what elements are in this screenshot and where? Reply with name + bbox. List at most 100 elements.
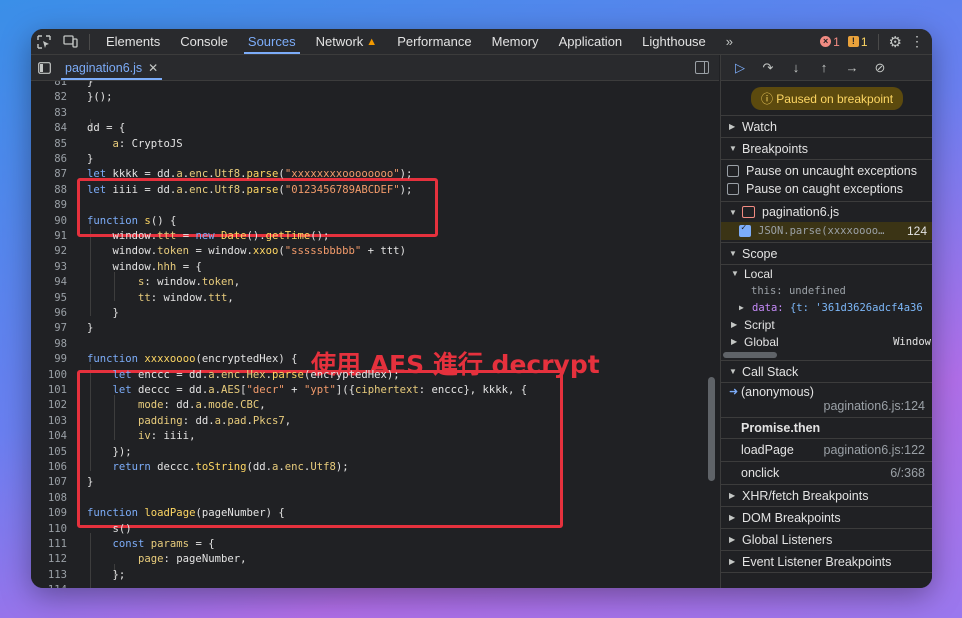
line-number[interactable]: 83	[31, 106, 67, 121]
section-event-listener-breakpoints[interactable]: ▶ Event Listener Breakpoints	[721, 551, 932, 573]
line-number[interactable]: 85	[31, 137, 67, 152]
error-icon: ×	[820, 36, 832, 47]
frame-name: loadPage	[741, 443, 794, 457]
line-number[interactable]: 89	[31, 198, 67, 213]
section-watch[interactable]: ▶ Watch	[721, 116, 932, 138]
vertical-scrollbar[interactable]	[708, 377, 715, 481]
frame-name-row: (anonymous)	[721, 385, 932, 399]
section-breakpoints[interactable]: ▼ Breakpoints	[721, 138, 932, 160]
tab-network[interactable]: Network ▲	[306, 29, 388, 54]
section-global-listeners[interactable]: ▶ Global Listeners	[721, 529, 932, 551]
line-number[interactable]: 113	[31, 568, 67, 583]
scope-data[interactable]: ▶ data: {t: '361d3626adcf4a36	[721, 299, 932, 316]
code-text: let kkkk = dd.a.enc.Utf8.parse("xxxxxxxx…	[87, 168, 413, 181]
pause-caught-checkbox[interactable]	[727, 183, 739, 195]
inspect-element-icon[interactable]	[31, 29, 57, 54]
line-number[interactable]: 107	[31, 475, 67, 490]
file-icon	[742, 206, 755, 218]
section-call-stack[interactable]: ▼ Call Stack	[721, 360, 932, 383]
resume-icon[interactable]: ▷	[729, 60, 751, 76]
step-over-icon[interactable]: ↷	[757, 60, 779, 76]
breakpoint-enabled-checkbox[interactable]	[739, 223, 751, 237]
scope-script[interactable]: ▶ Script	[721, 316, 932, 333]
step-out-icon[interactable]: ↑	[813, 60, 835, 75]
scope-local[interactable]: ▼ Local	[721, 265, 932, 282]
breakpoint-file-row[interactable]: ▼ pagination6.js	[721, 202, 932, 222]
code-text: function loadPage(pageNumber) {	[87, 507, 285, 520]
line-number[interactable]: 92	[31, 244, 67, 259]
breakpoint-entry[interactable]: JSON.parse(xxxxoooo… 124	[721, 222, 932, 240]
line-number[interactable]: 114	[31, 583, 67, 588]
section-dom-breakpoints[interactable]: ▶ DOM Breakpoints	[721, 507, 932, 529]
pause-uncaught-checkbox[interactable]	[727, 165, 739, 177]
line-number[interactable]: 81	[31, 81, 67, 90]
scope-label: Scope	[742, 246, 778, 261]
line-number[interactable]: 100	[31, 368, 67, 383]
device-toolbar-icon[interactable]	[57, 29, 83, 54]
tab-network-label: Network	[315, 34, 364, 49]
tab-elements[interactable]: Elements	[96, 29, 170, 54]
line-number[interactable]: 86	[31, 152, 67, 167]
pause-caught-row[interactable]: Pause on caught exceptions	[721, 180, 932, 202]
event-listeners-label: Event Listener Breakpoints	[742, 554, 892, 569]
this-value: undefined	[788, 284, 846, 297]
line-number[interactable]: 90	[31, 214, 67, 229]
section-scope[interactable]: ▼ Scope	[721, 242, 932, 265]
horizontal-scrollbar[interactable]	[723, 352, 777, 358]
line-number[interactable]: 108	[31, 491, 67, 506]
line-number[interactable]: 110	[31, 522, 67, 537]
code-text: dd = {	[87, 122, 126, 135]
step-into-icon[interactable]: ↓	[785, 60, 807, 75]
line-number[interactable]: 96	[31, 306, 67, 321]
warning-count-badge[interactable]: ! 1	[847, 35, 868, 49]
line-number[interactable]: 112	[31, 552, 67, 567]
call-frame-onclick[interactable]: onclick 6/:368	[721, 462, 932, 485]
data-key: data:	[752, 301, 784, 314]
line-number[interactable]: 97	[31, 321, 67, 336]
tab-memory[interactable]: Memory	[482, 29, 549, 54]
line-number[interactable]: 95	[31, 291, 67, 306]
line-number[interactable]: 82	[31, 90, 67, 105]
line-number[interactable]: 106	[31, 460, 67, 475]
line-number[interactable]: 93	[31, 260, 67, 275]
call-frame-anonymous[interactable]: ➜ (anonymous) pagination6.js:124	[721, 383, 932, 418]
line-number[interactable]: 105	[31, 445, 67, 460]
line-number[interactable]: 91	[31, 229, 67, 244]
line-number[interactable]: 99	[31, 352, 67, 367]
toggle-navigator-icon[interactable]	[31, 55, 57, 80]
line-number[interactable]: 98	[31, 337, 67, 352]
line-number[interactable]: 88	[31, 183, 67, 198]
line-number[interactable]: 103	[31, 414, 67, 429]
file-tab-pagination6[interactable]: pagination6.js ✕	[57, 55, 166, 80]
line-number[interactable]: 104	[31, 429, 67, 444]
close-icon[interactable]: ✕	[148, 61, 158, 75]
tab-lighthouse[interactable]: Lighthouse	[632, 29, 716, 54]
line-number[interactable]: 111	[31, 537, 67, 552]
line-number[interactable]: 87	[31, 167, 67, 182]
toggle-debugger-icon[interactable]	[695, 61, 709, 74]
tab-console[interactable]: Console	[170, 29, 238, 54]
settings-gear-icon[interactable]: ⚙	[889, 33, 902, 51]
line-number[interactable]: 94	[31, 275, 67, 290]
line-number[interactable]: 109	[31, 506, 67, 521]
breakpoints-label: Breakpoints	[742, 141, 809, 156]
scope-global[interactable]: ▶ Global Window	[721, 333, 932, 350]
tab-application[interactable]: Application	[549, 29, 633, 54]
call-frame-loadpage[interactable]: loadPage pagination6.js:122	[721, 439, 932, 462]
dom-label: DOM Breakpoints	[742, 510, 841, 525]
global-value: Window	[893, 335, 931, 348]
deactivate-breakpoints-icon[interactable]: ⊘	[869, 60, 891, 76]
pause-uncaught-row[interactable]: Pause on uncaught exceptions	[721, 162, 932, 180]
source-editor: pagination6.js ✕ 使用 AES 進行 decrypt 81} 82…	[31, 55, 719, 588]
section-xhr-breakpoints[interactable]: ▶ XHR/fetch Breakpoints	[721, 485, 932, 507]
line-number[interactable]: 101	[31, 383, 67, 398]
more-tabs-icon[interactable]: »	[716, 29, 743, 54]
line-number[interactable]: 102	[31, 398, 67, 413]
step-icon[interactable]: →	[841, 60, 863, 75]
line-number[interactable]: 84	[31, 121, 67, 136]
tab-sources[interactable]: Sources	[238, 29, 306, 54]
more-options-icon[interactable]: ⋮	[910, 33, 924, 50]
error-count-badge[interactable]: × 1	[820, 35, 840, 49]
code-viewer[interactable]: 使用 AES 進行 decrypt 81} 82}(); 83 84 dd = {85 …	[31, 81, 719, 588]
tab-performance[interactable]: Performance	[387, 29, 481, 54]
